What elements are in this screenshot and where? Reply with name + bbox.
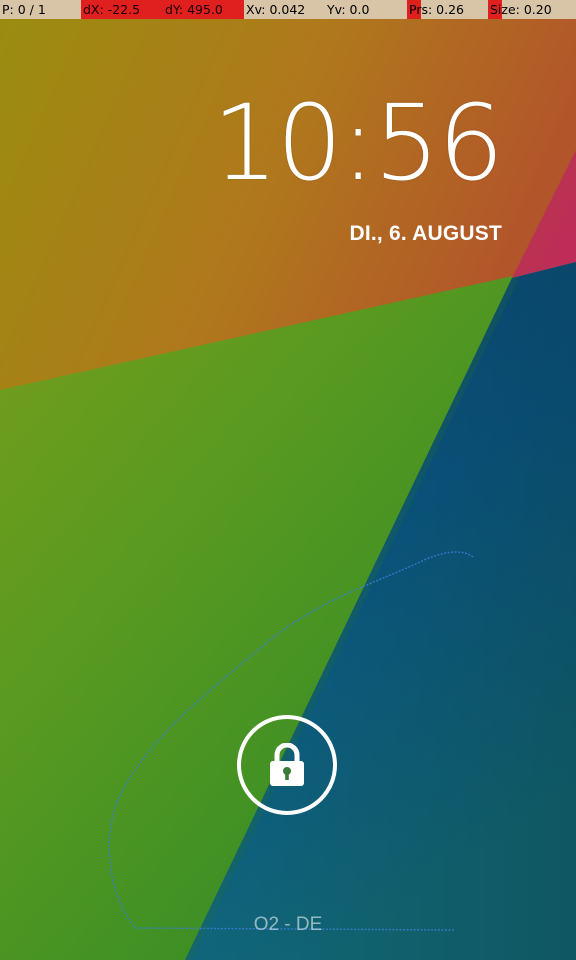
lockscreen-clock: 10:56 — [212, 82, 504, 204]
debug-delta-x: dX: -22.5 — [81, 0, 163, 19]
carrier-label: O2 - DE — [253, 914, 323, 935]
pointer-debug-bar: P: 0 / 1 dX: -22.5 dY: 495.0 Xv: 0.042 Y… — [0, 0, 576, 19]
debug-x-velocity: Xv: 0.042 — [244, 0, 325, 19]
lockscreen: P: 0 / 1 dX: -22.5 dY: 495.0 Xv: 0.042 Y… — [0, 0, 576, 960]
debug-delta-y: dY: 495.0 — [163, 0, 244, 19]
debug-y-velocity: Yv: 0.0 — [325, 0, 407, 19]
unlock-handle[interactable] — [237, 715, 337, 815]
lockscreen-date: DI., 6. AUGUST — [349, 222, 502, 245]
lock-icon — [270, 743, 304, 786]
debug-pressure: Prs: 0.26 — [407, 0, 488, 19]
debug-pointer-count: P: 0 / 1 — [0, 0, 81, 19]
debug-size: Size: 0.20 — [488, 0, 576, 19]
